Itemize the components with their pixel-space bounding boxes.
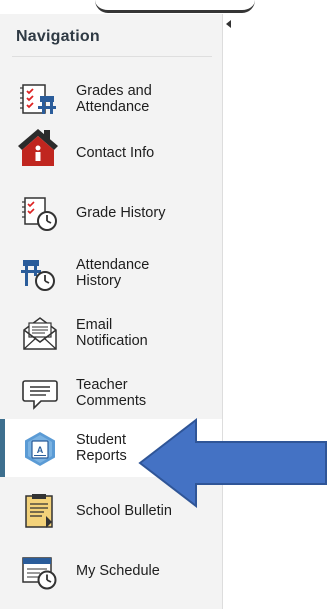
nav-item-grades-attendance[interactable]: Grades and Attendance	[0, 70, 222, 128]
speech-bubble-icon	[20, 376, 60, 412]
navigation-title: Navigation	[16, 28, 100, 45]
nav-item-attendance-history[interactable]: Attendance History	[0, 244, 222, 302]
top-strip	[0, 0, 329, 14]
bulletin-icon	[20, 494, 60, 530]
collapse-sidebar-button[interactable]	[225, 18, 233, 30]
navigation-header: Navigation	[12, 22, 212, 57]
page: Navigation Grades and Attendance Contact…	[0, 0, 329, 609]
attendance-history-icon	[20, 256, 60, 292]
active-indicator	[0, 419, 5, 477]
student-reports-icon: A	[20, 431, 60, 467]
nav-item-label: My Schedule	[76, 563, 160, 579]
nav-item-teacher-comments[interactable]: Teacher Comments	[0, 364, 222, 422]
nav-item-label: Teacher Comments	[76, 377, 147, 409]
email-envelope-icon	[20, 316, 60, 352]
nav-item-label: Contact Info	[76, 145, 155, 161]
nav-item-label: Grade History	[76, 205, 166, 221]
svg-text:A: A	[37, 445, 44, 455]
nav-item-contact-info[interactable]: Contact Info	[0, 124, 222, 182]
schedule-calendar-icon	[20, 554, 60, 590]
grade-history-icon	[20, 196, 60, 232]
nav-item-my-schedule[interactable]: My Schedule	[0, 542, 222, 600]
nav-item-email-notification[interactable]: Email Notification	[0, 304, 222, 362]
contact-house-icon	[16, 126, 60, 170]
nav-item-grade-history[interactable]: Grade History	[0, 184, 222, 242]
nav-item-label: Email Notification	[76, 317, 148, 349]
grades-attendance-icon	[20, 82, 60, 118]
navigation-sidebar: Navigation Grades and Attendance Contact…	[0, 14, 223, 609]
nav-item-label: Grades and Attendance	[76, 83, 152, 115]
cropped-decoration	[95, 0, 255, 13]
nav-item-label: Attendance History	[76, 257, 150, 289]
pointer-arrow	[138, 417, 328, 509]
